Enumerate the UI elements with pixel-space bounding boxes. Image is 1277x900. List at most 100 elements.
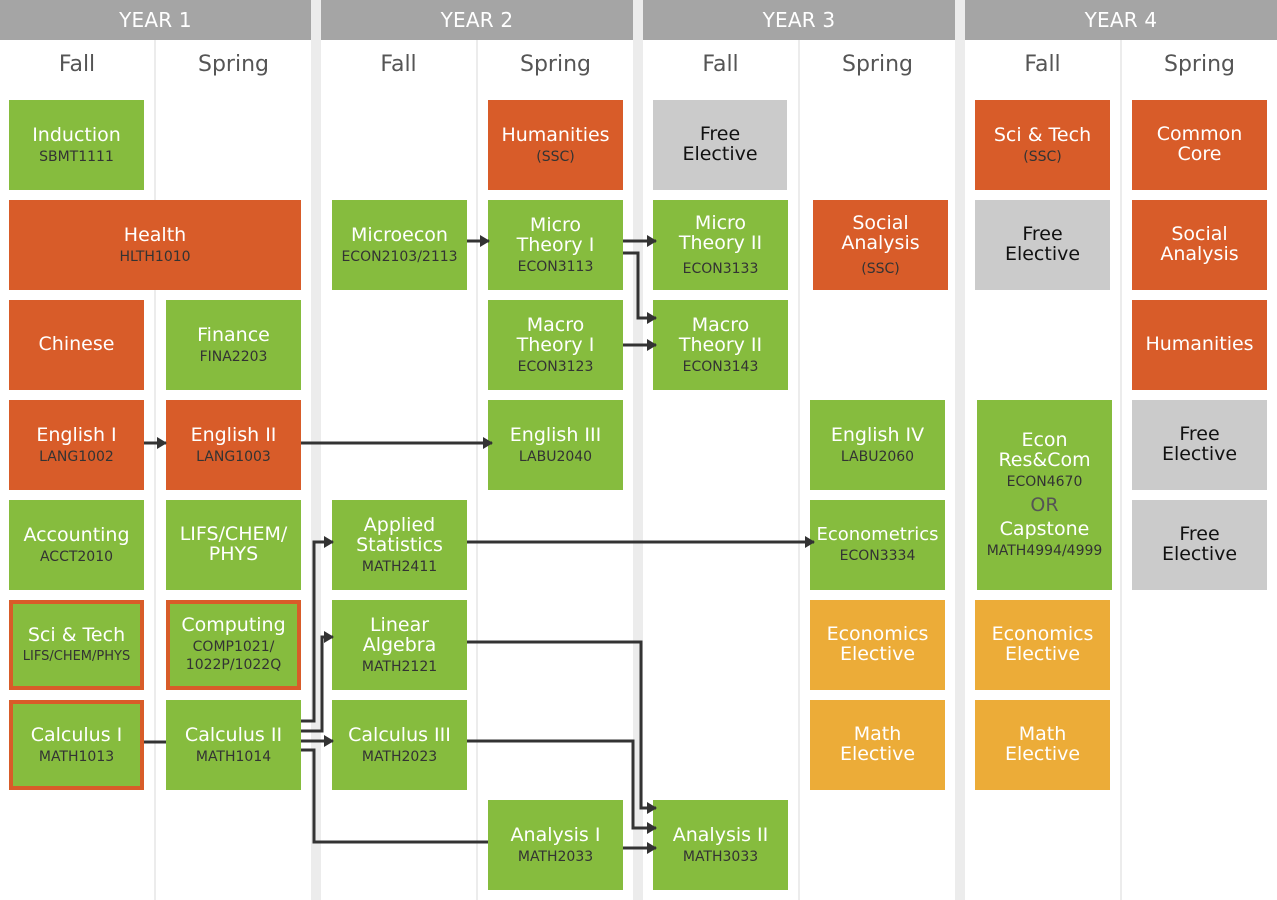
course-title: English III: [509, 423, 602, 446]
course-code: LIFS/CHEM/PHYS: [22, 649, 131, 665]
course-title: Micro Theory I: [516, 213, 595, 256]
semester-label-spring: Spring: [842, 52, 913, 77]
course-sci-tech-y4[interactable]: Sci & Tech (SSC): [975, 100, 1110, 190]
course-economics-elective-y4[interactable]: Economics Elective: [975, 600, 1110, 690]
course-title: Finance: [197, 323, 270, 346]
course-microecon[interactable]: Microecon ECON2103/2113: [332, 200, 467, 290]
course-title: Macro Theory II: [678, 313, 763, 356]
course-title: Health: [123, 223, 187, 246]
course-code: ECON3113: [517, 258, 594, 275]
course-applied-statistics[interactable]: Applied Statistics MATH2411: [332, 500, 467, 590]
course-accounting[interactable]: Accounting ACCT2010: [9, 500, 144, 590]
semester-label-spring: Spring: [520, 52, 591, 77]
semester-label-spring: Spring: [1164, 52, 1235, 77]
course-title: Computing: [181, 613, 286, 636]
course-social-analysis-y4[interactable]: Social Analysis: [1132, 200, 1267, 290]
course-econometrics[interactable]: Econometrics ECON3334: [810, 500, 945, 590]
course-code: ACCT2010: [39, 548, 114, 565]
course-micro-theory-2[interactable]: Micro Theory II ECON3133: [653, 200, 788, 290]
course-title: Economics Elective: [826, 623, 929, 665]
course-analysis-2[interactable]: Analysis II MATH3033: [653, 800, 788, 890]
course-sci-tech-1[interactable]: Sci & Tech LIFS/CHEM/PHYS: [9, 600, 144, 690]
course-title: Analysis I: [510, 823, 601, 846]
year-gap: [633, 0, 643, 900]
course-english-1[interactable]: English I LANG1002: [9, 400, 144, 490]
course-title: Macro Theory I: [516, 313, 595, 356]
course-title: Free Elective: [682, 123, 758, 165]
course-social-analysis-y3[interactable]: Social Analysis (SSC): [813, 200, 948, 290]
semester-divider: [798, 40, 800, 900]
course-english-3[interactable]: English III LABU2040: [488, 400, 623, 490]
course-induction[interactable]: Induction SBMT1111: [9, 100, 144, 190]
course-humanities-y2[interactable]: Humanities (SSC): [488, 100, 623, 190]
course-title: Accounting: [23, 523, 130, 546]
course-code: (SSC): [536, 148, 575, 165]
semester-label-fall: Fall: [380, 52, 417, 77]
course-code: ECON3334: [839, 548, 916, 565]
year-2-header: YEAR 2: [321, 0, 633, 40]
course-title: Social Analysis: [1160, 223, 1239, 265]
course-lifs-chem-phys[interactable]: LIFS/CHEM/ PHYS: [166, 500, 301, 590]
course-macro-theory-2[interactable]: Macro Theory II ECON3143: [653, 300, 788, 390]
course-code: MATH1013: [38, 748, 115, 765]
course-english-4[interactable]: English IV LABU2060: [810, 400, 945, 490]
course-title: Microecon: [351, 223, 448, 246]
year-gap: [955, 0, 965, 900]
course-code: LABU2060: [840, 448, 915, 465]
course-computing[interactable]: Computing COMP1021/ 1022P/1022Q: [166, 600, 301, 690]
course-title: Common Core: [1156, 123, 1243, 165]
course-title: Calculus III: [348, 723, 451, 746]
course-code: ECON4670: [1006, 474, 1083, 491]
course-title: Humanities: [1145, 333, 1254, 356]
course-common-core[interactable]: Common Core: [1132, 100, 1267, 190]
course-title: Econ Res&Com: [998, 429, 1091, 472]
course-code: ECON2103/2113: [341, 248, 458, 265]
course-title: Chinese: [38, 333, 115, 356]
course-code: SBMT1111: [39, 148, 114, 165]
course-code: (SSC): [1023, 148, 1062, 165]
course-free-elective-y3[interactable]: Free Elective: [653, 100, 787, 190]
course-title: Free Elective: [1161, 523, 1238, 565]
semester-label-fall: Fall: [1024, 52, 1061, 77]
course-economics-elective-y3[interactable]: Economics Elective: [810, 600, 945, 690]
year-4-header: YEAR 4: [965, 0, 1277, 40]
course-title: Humanities: [501, 123, 610, 146]
course-code: MATH2023: [361, 748, 438, 765]
course-code: MATH2033: [517, 848, 594, 865]
course-title: Sci & Tech: [27, 624, 126, 647]
course-title: Applied Statistics: [356, 513, 443, 556]
course-linear-algebra[interactable]: Linear Algebra MATH2121: [332, 600, 467, 690]
course-title: Micro Theory II: [678, 211, 763, 254]
course-free-elective-y4-spring-2[interactable]: Free Elective: [1132, 500, 1267, 590]
course-macro-theory-1[interactable]: Macro Theory I ECON3123: [488, 300, 623, 390]
course-free-elective-y4-spring-1[interactable]: Free Elective: [1132, 400, 1267, 490]
course-code: LANG1003: [196, 448, 271, 465]
course-english-2[interactable]: English II LANG1003: [166, 400, 301, 490]
course-analysis-1[interactable]: Analysis I MATH2033: [488, 800, 623, 890]
course-code-alt: MATH4994/4999: [986, 542, 1103, 559]
year-1-header: YEAR 1: [0, 0, 311, 40]
course-math-elective-y3[interactable]: Math Elective: [810, 700, 945, 790]
course-code: MATH3033: [682, 848, 759, 865]
year-3-header: YEAR 3: [643, 0, 955, 40]
course-finance[interactable]: Finance FINA2203: [166, 300, 301, 390]
course-title: Linear Algebra: [362, 613, 437, 656]
course-title: Induction: [32, 123, 121, 146]
course-title: Calculus II: [184, 723, 283, 746]
semester-divider: [1120, 40, 1122, 900]
course-code: LANG1002: [39, 448, 114, 465]
course-micro-theory-1[interactable]: Micro Theory I ECON3113: [488, 200, 623, 290]
course-title: Free Elective: [1161, 423, 1238, 465]
course-calculus-1[interactable]: Calculus I MATH1013: [9, 700, 144, 790]
course-calculus-3[interactable]: Calculus III MATH2023: [332, 700, 467, 790]
course-capstone[interactable]: Econ Res&Com ECON4670 OR Capstone MATH49…: [977, 400, 1112, 590]
course-math-elective-y4[interactable]: Math Elective: [975, 700, 1110, 790]
course-title: Social Analysis: [841, 211, 920, 254]
course-humanities-y4[interactable]: Humanities: [1132, 300, 1267, 390]
or-label: OR: [1030, 494, 1059, 516]
course-free-elective-y4-fall[interactable]: Free Elective: [975, 200, 1110, 290]
course-code: COMP1021/ 1022P/1022Q: [185, 639, 282, 673]
course-calculus-2[interactable]: Calculus II MATH1014: [166, 700, 301, 790]
course-chinese[interactable]: Chinese: [9, 300, 144, 390]
course-health[interactable]: Health HLTH1010: [9, 200, 301, 290]
